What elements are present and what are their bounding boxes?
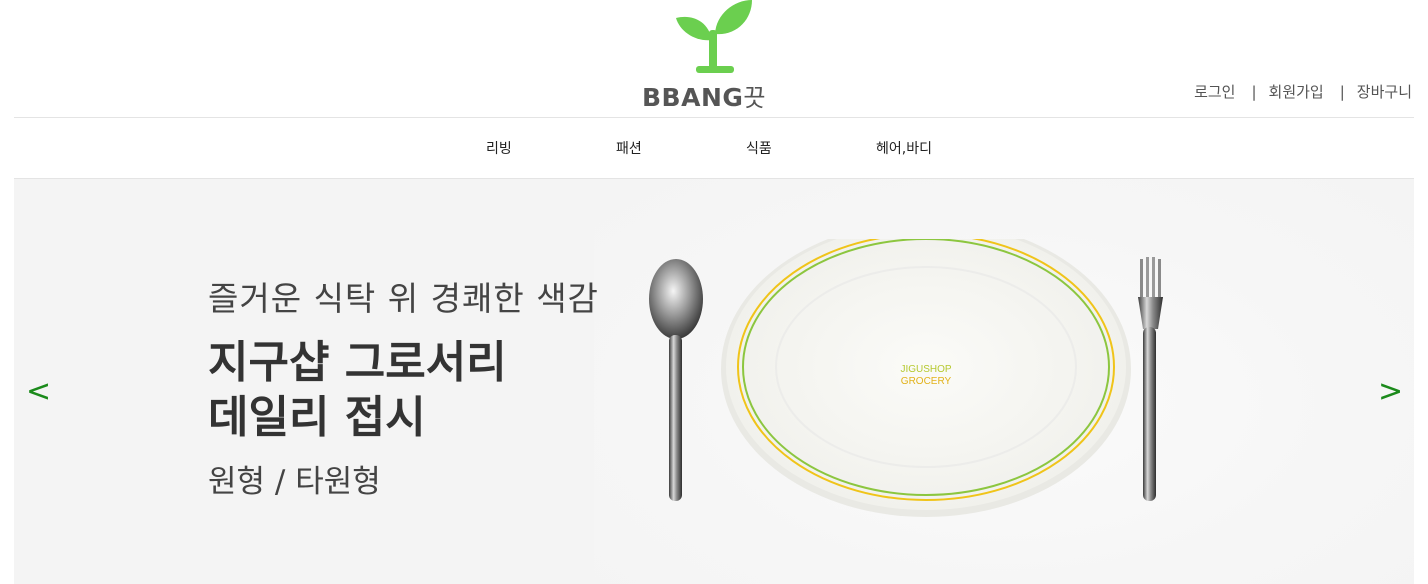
fork-icon [1138, 257, 1163, 501]
plate-icon: JIGUSHOP GROCERY [721, 239, 1131, 517]
main-nav: 리빙 패션 식품 헤어,바디 [0, 136, 1428, 162]
banner-headline-line1: 지구샵 그로서리 [208, 337, 507, 388]
banner-prev-arrow[interactable]: < [26, 377, 51, 407]
banner-next-arrow[interactable]: > [1378, 377, 1403, 407]
plate-logo-line1: JIGUSHOP [900, 364, 951, 375]
nav-item-food[interactable]: 식품 [746, 138, 772, 158]
util-separator: | [1251, 82, 1257, 101]
plate-logo-line2: GROCERY [901, 376, 952, 387]
hero-banner: 즐거운 식탁 위 경쾌한 색감 지구샵 그로서리 데일리 접시 원형 / 타원형 [14, 179, 1414, 584]
nav-item-living[interactable]: 리빙 [486, 138, 512, 158]
nav-item-fashion[interactable]: 패션 [616, 138, 642, 158]
signup-link[interactable]: 회원가입 [1269, 81, 1324, 102]
site-logo[interactable]: BBANG끗 [636, 0, 796, 112]
logo-brand: BBANG [642, 83, 744, 112]
nav-item-hair-body[interactable]: 헤어,바디 [876, 138, 932, 158]
banner-subhead: 즐거운 식탁 위 경쾌한 색감 [208, 279, 599, 318]
logo-wordmark: BBANG끗 [642, 78, 766, 113]
utility-menu: 로그인 | 회원가입 | 장바구니 [1194, 81, 1412, 102]
login-link[interactable]: 로그인 [1194, 81, 1235, 102]
logo-suffix: 끗 [743, 84, 766, 112]
banner-headline-line2: 데일리 접시 [208, 392, 426, 443]
site-header: BBANG끗 로그인 | 회원가입 | 장바구니 [0, 0, 1428, 118]
sprout-icon [676, 0, 752, 73]
cart-link[interactable]: 장바구니 [1357, 81, 1412, 102]
util-separator: | [1339, 82, 1345, 101]
header-divider [14, 117, 1414, 118]
banner-caption: 원형 / 타원형 [208, 464, 381, 500]
banner-headline: 지구샵 그로서리 데일리 접시 [208, 335, 507, 445]
plate-product-image: JIGUSHOP GROCERY [649, 239, 1163, 517]
spoon-icon [649, 259, 703, 501]
